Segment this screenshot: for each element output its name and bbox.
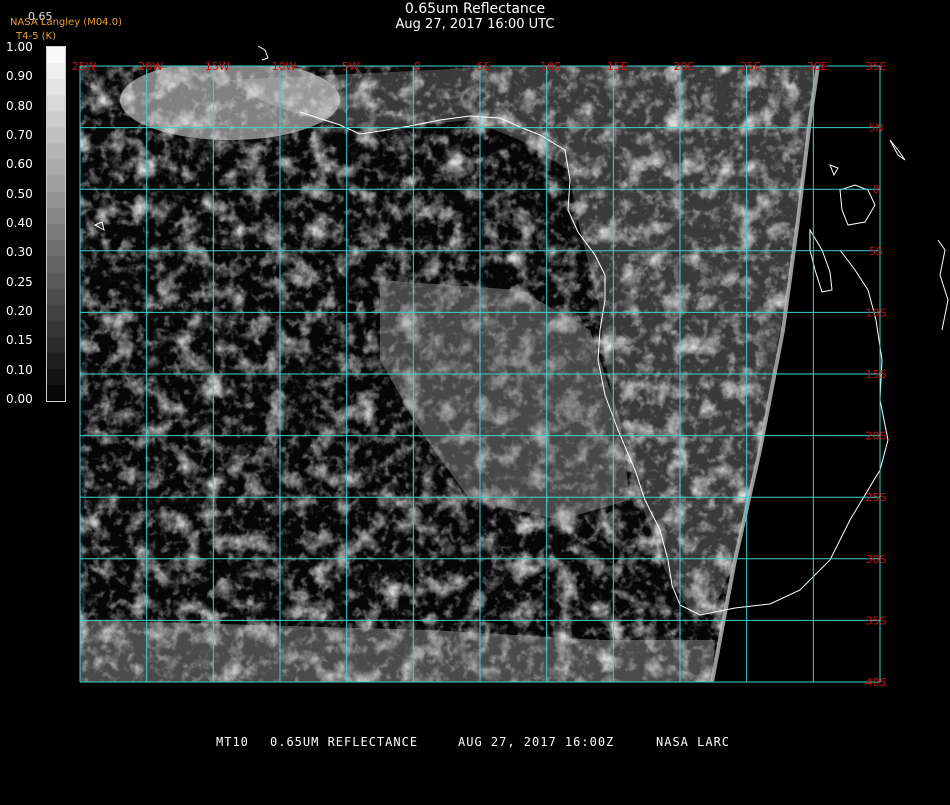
longitude-label: 15W xyxy=(205,60,230,73)
footer-satellite: MT10 xyxy=(216,735,249,749)
colorbar-tick: 0.70 xyxy=(6,128,33,142)
latitude-label: 40S xyxy=(866,676,887,689)
longitude-label: 20E xyxy=(674,60,695,73)
colorbar-tick: 0.10 xyxy=(6,362,33,377)
latitude-label: 15S xyxy=(866,368,887,381)
latitude-label: 35S xyxy=(866,614,887,627)
footer-agency: NASA LARC xyxy=(656,735,731,749)
footer-caption: MT10 0.65UM REFLECTANCE AUG 27, 2017 16:… xyxy=(0,735,950,805)
longitude-label: 35E xyxy=(866,60,887,73)
longitude-label: 10E xyxy=(540,60,561,73)
longitude-label: 25E xyxy=(740,60,761,73)
longitude-label: 25W xyxy=(72,60,97,73)
colorbar-tick: 0.90 xyxy=(6,69,33,84)
colorbar xyxy=(46,46,66,402)
image-timestamp: Aug 27, 2017 16:00 UTC xyxy=(395,17,555,32)
satellite-map: 25W 20W 15W 10W 5W 0 5E 10E 15E 20E 25E 30E 35E 5N05… xyxy=(72,45,949,689)
longitude-label: 5W xyxy=(342,60,360,73)
colorbar-tick: 0.00 xyxy=(6,392,33,406)
colorbar-tick: 0.80 xyxy=(6,98,33,113)
latitude-label: 5N xyxy=(868,122,883,135)
latitude-label: 30S xyxy=(866,553,887,566)
latitude-label: 0 xyxy=(873,183,880,196)
colorbar-tick: 0.40 xyxy=(6,216,33,230)
colorbar-tick: 1.00 xyxy=(6,40,33,54)
latitude-label: 5S xyxy=(869,245,883,258)
latitude-label: 10S xyxy=(866,306,887,319)
latitude-label: 25S xyxy=(866,491,887,504)
colorbar-tick: 0.50 xyxy=(6,186,33,201)
longitude-label: 15E xyxy=(607,60,628,73)
latitude-label: 20S xyxy=(866,430,887,443)
longitude-label: 0 xyxy=(414,60,421,73)
footer-product: 0.65UM REFLECTANCE xyxy=(270,735,419,749)
longitude-label: 5E xyxy=(477,60,491,73)
longitude-label: 20W xyxy=(138,60,163,73)
footer-datetime: AUG 27, 2017 16:00Z xyxy=(458,735,615,749)
colorbar-tick: 0.20 xyxy=(6,304,33,318)
source-label: NASA Langley (M04.0) xyxy=(10,17,122,28)
colorbar-tick: 0.25 xyxy=(6,274,33,289)
earth-imagery xyxy=(80,65,820,683)
image-title: 0.65um Reflectance xyxy=(404,1,546,17)
colorbar-tick: 0.30 xyxy=(6,245,33,260)
longitude-label: 10W xyxy=(272,60,297,73)
latitude-labels: 5N 0 5S 10S 15S 20S 25S 30S 35S 40S xyxy=(866,122,887,689)
colorbar-tick: 0.60 xyxy=(6,157,33,172)
longitude-label: 30E xyxy=(807,60,828,73)
colorbar-tick: 0.15 xyxy=(6,333,33,348)
